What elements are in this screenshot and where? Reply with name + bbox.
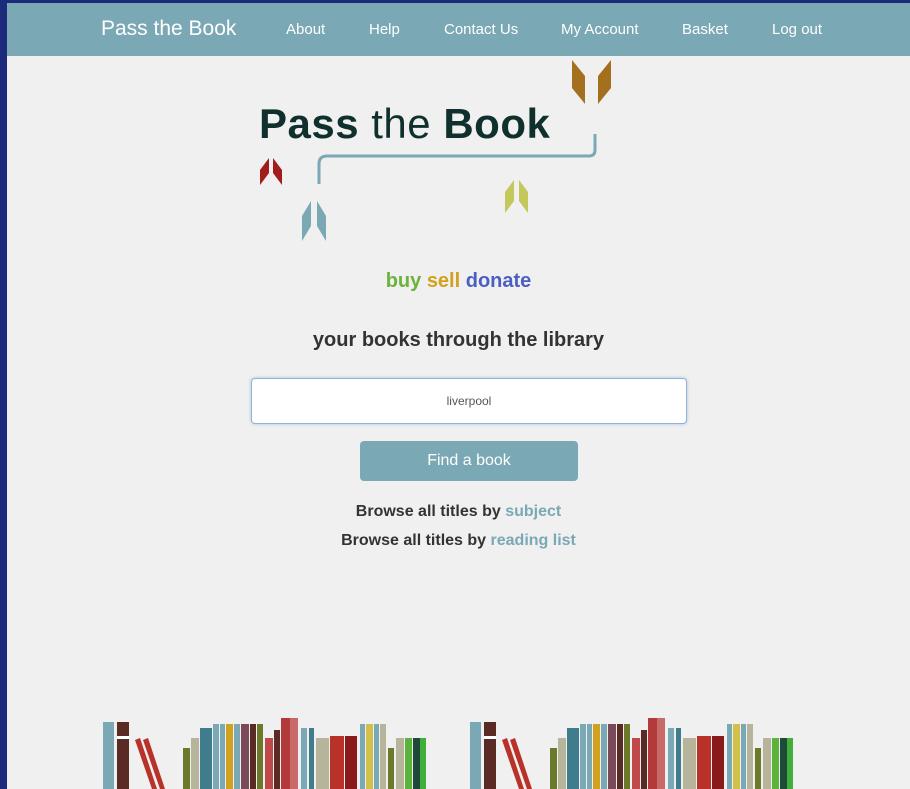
gold-book-icon xyxy=(572,60,585,104)
browse-by-reading-list: Browse all titles by reading list xyxy=(341,532,576,549)
tagline-donate: donate xyxy=(465,270,532,292)
bookshelf-left xyxy=(103,718,426,789)
reading-list-link[interactable]: reading list xyxy=(491,532,576,549)
logo-graphic xyxy=(260,60,611,241)
red-book-icon xyxy=(260,158,269,185)
nav-about[interactable]: About xyxy=(286,21,325,38)
blue-book-icon xyxy=(302,201,311,241)
olive-book-icon xyxy=(505,180,514,213)
nav-brand[interactable]: Pass the Book xyxy=(101,17,236,41)
top-navbar: Pass the Book About Help Contact Us My A… xyxy=(7,0,910,56)
tagline-buy: buy xyxy=(385,270,422,292)
nav-log-out[interactable]: Log out xyxy=(772,21,822,38)
browse-by-subject: Browse all titles by subject xyxy=(355,503,562,520)
page-subtitle: your books through the library xyxy=(312,329,605,351)
tagline-sell: sell xyxy=(426,270,461,292)
page: Pass the Book About Help Contact Us My A… xyxy=(7,0,910,789)
nav-basket[interactable]: Basket xyxy=(682,21,728,38)
nav-help[interactable]: Help xyxy=(369,21,400,38)
search-input[interactable] xyxy=(251,378,687,424)
site-logo: Pass the Book xyxy=(247,58,627,248)
nav-contact-us[interactable]: Contact Us xyxy=(444,21,518,38)
subject-link[interactable]: subject xyxy=(505,503,561,520)
find-book-button[interactable]: Find a book xyxy=(360,441,578,481)
bookshelf-illustration xyxy=(103,718,793,789)
logo-wordmark: Pass the Book xyxy=(259,100,551,147)
bookshelf-right xyxy=(470,718,793,789)
nav-my-account[interactable]: My Account xyxy=(561,21,639,38)
tagline: buy sell donate xyxy=(7,270,910,293)
